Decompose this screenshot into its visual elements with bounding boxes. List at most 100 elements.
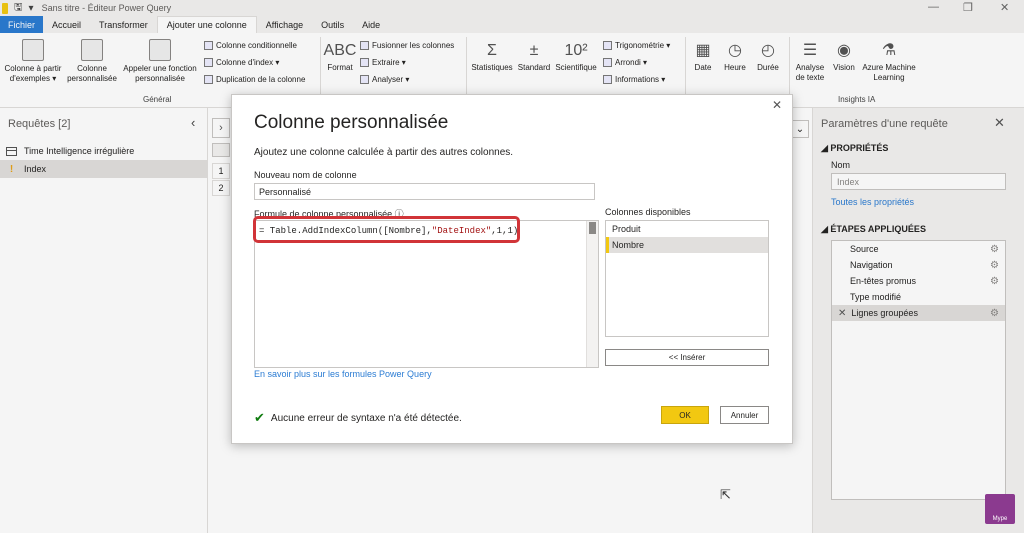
restore-icon[interactable]: ❐	[963, 1, 973, 14]
operators-icon: ±	[529, 42, 539, 59]
column-item-produit[interactable]: Produit	[606, 221, 768, 237]
extract-button[interactable]: Extraire ▾	[360, 58, 406, 67]
calendar-icon: ▦	[695, 42, 711, 59]
abc-format-icon: ABC	[323, 42, 357, 59]
index-column-button[interactable]: Colonne d'index ▾	[204, 58, 279, 67]
eye-icon: ◉	[837, 42, 851, 59]
formula-scrollbar[interactable]	[586, 221, 598, 367]
minimize-icon[interactable]: —	[928, 1, 939, 13]
parse-button[interactable]: Analyser ▾	[360, 75, 409, 84]
invoke-custom-function-button[interactable]: Appeler une fonction personnalisée	[120, 39, 200, 84]
settings-title: Paramètres d'une requête	[821, 118, 948, 130]
step-changed-type[interactable]: Type modifié	[832, 289, 1005, 305]
formula-bar-dropdown-icon[interactable]: ⌄	[791, 120, 809, 138]
azure-ml-button[interactable]: ⚗ Azure Machine Learning	[860, 39, 918, 83]
statistics-button[interactable]: Σ Statistiques	[469, 39, 515, 73]
information-button[interactable]: Informations ▾	[603, 75, 665, 84]
conditional-icon	[204, 41, 213, 50]
text-lines-icon: ☰	[802, 42, 818, 59]
index-icon	[204, 58, 213, 67]
duplicate-column-button[interactable]: Duplication de la colonne	[204, 75, 305, 84]
step-navigation[interactable]: Navigation ⚙	[832, 257, 1005, 273]
query-name-input[interactable]: Index	[831, 173, 1006, 190]
dialog-subtitle: Ajoutez une colonne calculée à partir de…	[254, 147, 514, 158]
standard-button[interactable]: ± Standard	[516, 39, 552, 73]
date-button[interactable]: ▦ Date	[688, 39, 718, 73]
formula-highlight-box	[253, 216, 520, 243]
step-source[interactable]: Source ⚙	[832, 241, 1005, 257]
gear-icon[interactable]: ⚙	[990, 244, 999, 255]
scroll-thumb[interactable]	[589, 222, 596, 234]
available-columns-label: Colonnes disponibles	[605, 207, 691, 217]
close-dialog-icon[interactable]: ✕	[772, 98, 782, 112]
extract-icon	[360, 58, 369, 67]
column-name-input[interactable]: Personnalisé	[254, 183, 595, 200]
close-settings-icon[interactable]: ✕	[994, 115, 1005, 131]
ok-button[interactable]: OK	[661, 406, 709, 424]
syntax-status: ✔ Aucune erreur de syntaxe n'a été détect…	[254, 410, 462, 425]
column-examples-icon	[22, 39, 44, 61]
row-number: 2	[212, 180, 230, 196]
column-item-nombre[interactable]: Nombre	[606, 237, 768, 253]
trig-icon	[603, 41, 612, 50]
query-item-time-intelligence[interactable]: Time Intelligence irrégulière	[0, 142, 207, 160]
quick-access-dropdown-icon[interactable]: ▾	[29, 3, 34, 14]
rounding-icon	[603, 58, 612, 67]
trigonometry-button[interactable]: Trigonométrie ▾	[603, 41, 670, 50]
gear-icon[interactable]: ⚙	[990, 276, 999, 287]
learn-more-link[interactable]: En savoir plus sur les formules Power Qu…	[254, 369, 432, 379]
dialog-title: Colonne personnalisée	[254, 112, 449, 133]
tab-fichier[interactable]: Fichier	[0, 16, 44, 33]
properties-header: ◢ PROPRIÉTÉS	[821, 143, 889, 153]
time-button[interactable]: ◷ Heure	[720, 39, 750, 73]
available-columns-list: Produit Nombre	[605, 220, 769, 337]
tab-accueil[interactable]: Accueil	[43, 16, 90, 33]
power-query-editor: 🖫 ▾ Sans titre - Éditeur Power Query — ❐…	[0, 0, 1024, 533]
parse-icon	[360, 75, 369, 84]
gear-icon[interactable]: ⚙	[990, 260, 999, 271]
powerbi-logo-icon	[2, 2, 8, 14]
sigma-icon: Σ	[487, 42, 497, 59]
tab-outils[interactable]: Outils	[312, 16, 353, 33]
custom-column-button[interactable]: Colonne personnalisée	[66, 39, 118, 84]
delete-step-icon[interactable]: ✕	[838, 308, 846, 319]
query-item-index[interactable]: ! Index	[0, 160, 207, 178]
scientific-button[interactable]: 10² Scientifique	[553, 39, 599, 73]
watermark-logo: Mype	[985, 494, 1015, 524]
stopwatch-icon: ◴	[761, 42, 775, 59]
step-grouped-rows[interactable]: ✕ Lignes groupées ⚙	[832, 305, 1005, 321]
power-icon: 10²	[564, 42, 588, 59]
step-promoted-headers[interactable]: En-têtes promus ⚙	[832, 273, 1005, 289]
tab-transformer[interactable]: Transformer	[90, 16, 157, 33]
custom-column-icon	[81, 39, 103, 61]
vision-button[interactable]: ◉ Vision	[829, 39, 859, 73]
rounding-button[interactable]: Arrondi ▾	[603, 58, 647, 67]
collapse-chevron-icon[interactable]: ‹	[191, 115, 195, 130]
cancel-button[interactable]: Annuler	[720, 406, 769, 424]
gear-icon[interactable]: ⚙	[990, 308, 999, 319]
queries-header: Requêtes [2]	[8, 118, 71, 130]
checkmark-icon: ✔	[254, 410, 265, 425]
applied-steps-header: ◢ ÉTAPES APPLIQUÉES	[821, 224, 926, 234]
grid-corner[interactable]	[212, 143, 230, 157]
text-analytics-button[interactable]: ☰ Analyse de texte	[791, 39, 829, 83]
tab-ajouter-une-colonne[interactable]: Ajouter une colonne	[156, 16, 257, 33]
format-button[interactable]: ABC Format	[323, 39, 357, 73]
merge-columns-button[interactable]: Fusionner les colonnes	[360, 41, 454, 50]
queries-pane: Requêtes [2] ‹ Time Intelligence irrégul…	[0, 108, 208, 533]
save-icon[interactable]: 🖫	[14, 0, 23, 17]
mouse-cursor-icon: ⇱	[720, 487, 731, 502]
conditional-column-button[interactable]: Colonne conditionnelle	[204, 41, 297, 50]
tab-affichage[interactable]: Affichage	[257, 16, 312, 33]
close-window-icon[interactable]: ✕	[1000, 1, 1009, 14]
duration-button[interactable]: ◴ Durée	[752, 39, 784, 73]
row-number: 1	[212, 163, 230, 179]
group-label-ai: Insights IA	[838, 95, 876, 104]
all-properties-link[interactable]: Toutes les propriétés	[831, 197, 914, 207]
duplicate-icon	[204, 75, 213, 84]
tab-aide[interactable]: Aide	[353, 16, 389, 33]
table-icon	[6, 146, 17, 156]
column-from-examples-button[interactable]: Colonne à partir d'exemples ▾	[2, 39, 64, 84]
formula-bar-expand-icon[interactable]: ›	[212, 118, 230, 138]
insert-button[interactable]: << Insérer	[605, 349, 769, 366]
